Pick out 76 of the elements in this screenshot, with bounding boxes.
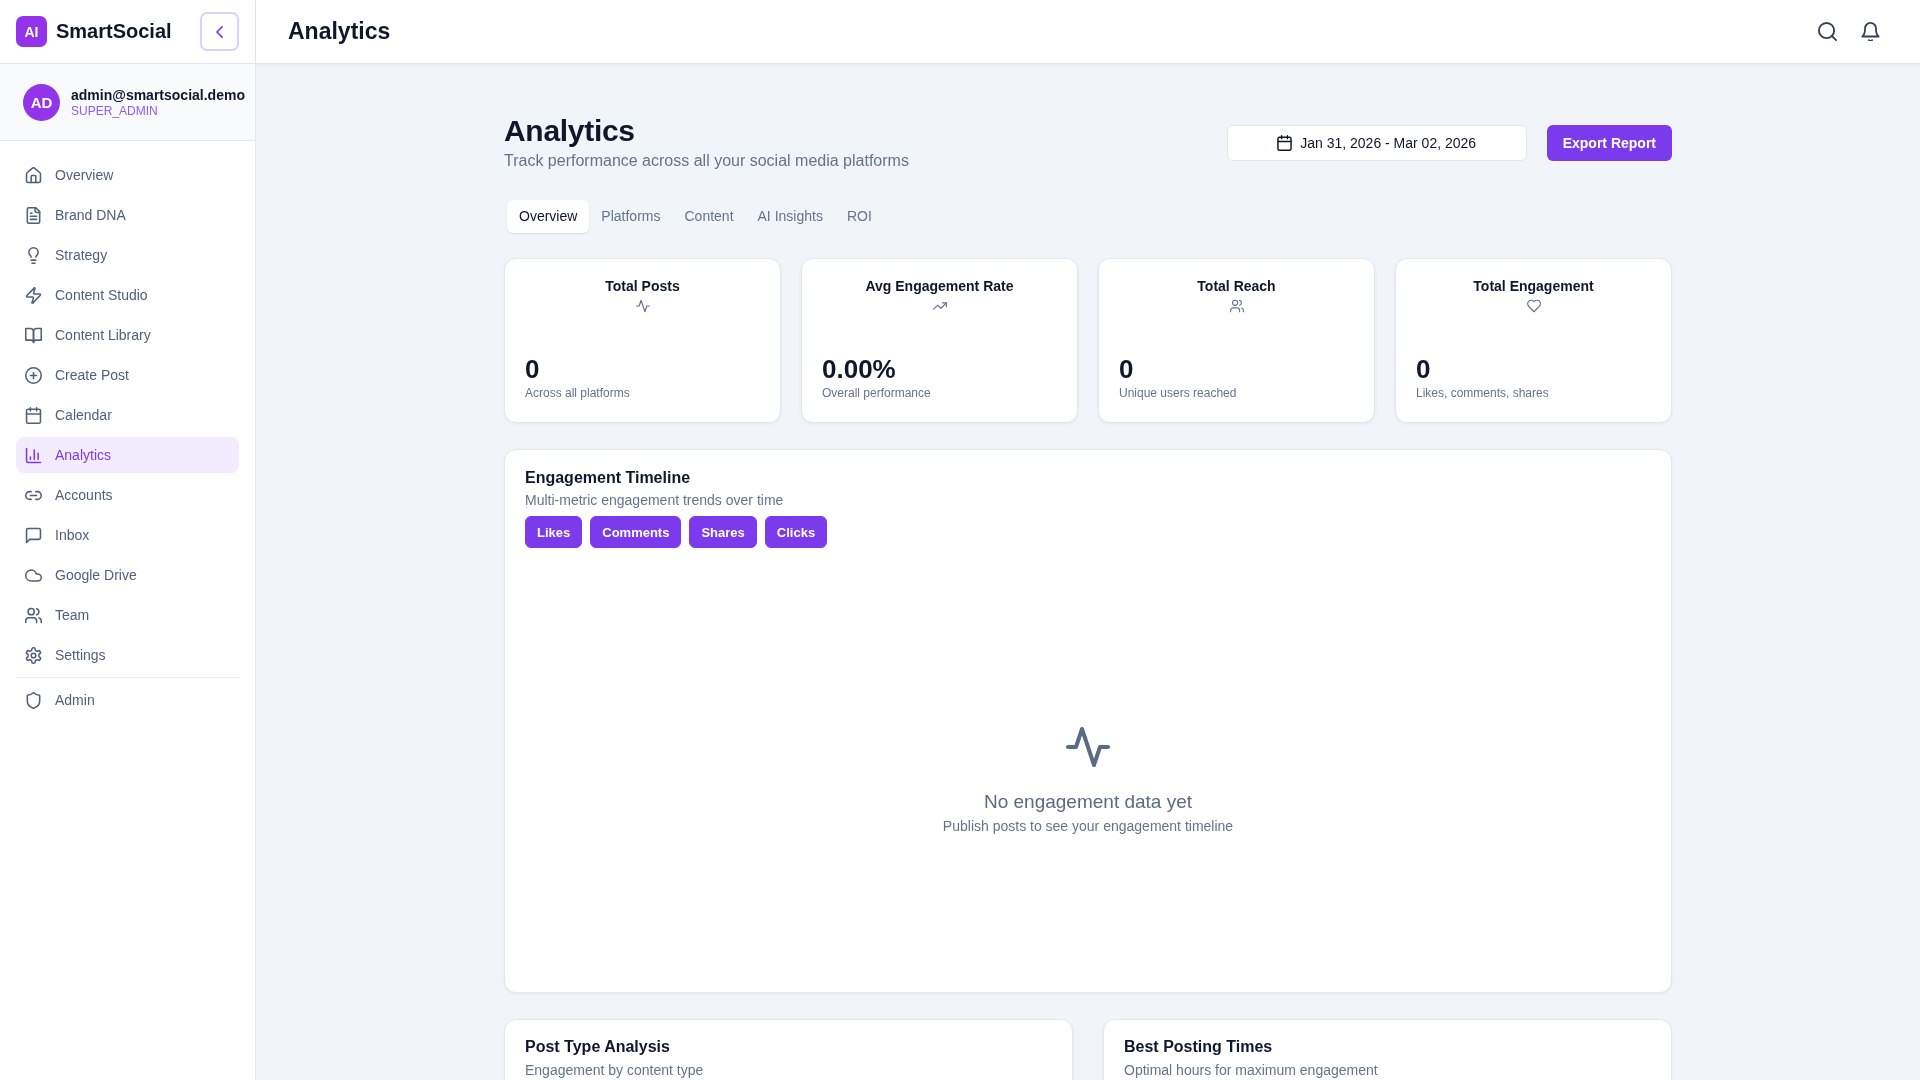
collapse-button[interactable] (200, 12, 239, 51)
metric-toggle[interactable]: Likes (525, 516, 583, 548)
shield-icon (25, 691, 42, 709)
calendar-icon (1277, 135, 1293, 151)
tab[interactable]: ROI (834, 200, 884, 233)
tab[interactable]: Content (672, 200, 746, 233)
card-title: Post Type Analysis (525, 1037, 671, 1057)
brand-name: SmartSocial (56, 20, 173, 43)
page-title: Analytics (504, 113, 636, 149)
book-icon (25, 326, 42, 344)
stat-title: Total Posts (604, 277, 681, 296)
card-subtitle: Multi-metric engagement trends over time (525, 491, 785, 510)
nav-item[interactable]: Content Studio (16, 277, 239, 313)
logo-badge: AI (16, 16, 47, 47)
nav-item[interactable]: Inbox (16, 517, 239, 553)
stat-value: 0 (1416, 353, 1432, 385)
lightbulb-icon (25, 246, 42, 264)
metric-toggle[interactable]: Clicks (764, 516, 828, 548)
nav-item[interactable]: Analytics (16, 437, 239, 473)
pulse-icon (635, 299, 650, 313)
stat-value: 0 (1119, 353, 1135, 385)
stat-caption: Unique users reached (1119, 385, 1238, 401)
metric-toggle[interactable]: Shares (689, 516, 757, 548)
document-icon (25, 206, 42, 224)
tab[interactable]: Platforms (589, 200, 673, 233)
pulse-icon (1066, 727, 1110, 767)
card-title: Best Posting Times (1124, 1037, 1274, 1057)
stat-caption: Across all platforms (525, 385, 631, 401)
nav-item[interactable]: Accounts (16, 477, 239, 513)
stat-title: Total Reach (1196, 277, 1277, 296)
stat-caption: Likes, comments, shares (1416, 385, 1550, 401)
stat-value: 0 (525, 353, 541, 385)
settings-icon (25, 646, 42, 664)
nav-item[interactable]: Strategy (16, 237, 239, 273)
nav-item[interactable]: Brand DNA (16, 197, 239, 233)
chat-bubble-icon (25, 526, 42, 544)
lightning-icon (25, 286, 42, 304)
trending-up-icon (932, 299, 947, 313)
nav-item[interactable]: Calendar (16, 397, 239, 433)
stat-title: Avg Engagement Rate (864, 277, 1015, 296)
export-button[interactable]: Export Report (1546, 125, 1672, 161)
card-subtitle: Engagement by content type (525, 1062, 705, 1078)
nav-item[interactable]: Team (16, 597, 239, 633)
heart-icon (1526, 299, 1541, 313)
bell-icon[interactable] (1861, 22, 1880, 41)
card-subtitle: Optimal hours for maximum engagement (1124, 1062, 1379, 1078)
nav-item[interactable]: Google Drive (16, 557, 239, 593)
stat-title: Total Engagement (1472, 277, 1595, 296)
header-title: Analytics (288, 18, 391, 45)
nav-item[interactable]: Create Post (16, 357, 239, 393)
nav-item[interactable]: Admin (16, 682, 239, 718)
people-icon (1229, 299, 1244, 313)
tab[interactable]: AI Insights (745, 200, 835, 233)
nav-item[interactable]: Content Library (16, 317, 239, 353)
metric-toggle[interactable]: Comments (590, 516, 682, 548)
empty-state-message: Publish posts to see your engagement timeline (942, 817, 1234, 836)
date-range-button[interactable]: Jan 31, 2026 - Mar 02, 2026 (1226, 125, 1527, 161)
calendar-icon (25, 406, 42, 424)
user-email: admin@smartsocial.demo (71, 85, 245, 104)
home-icon (25, 166, 42, 184)
user-role: SUPER_ADMIN (71, 103, 159, 119)
empty-state-title: No engagement data yet (983, 790, 1193, 814)
nav-item[interactable]: Overview (16, 157, 239, 193)
people-icon (25, 606, 42, 624)
stat-value: 0.00% (822, 353, 897, 385)
cloud-icon (25, 566, 42, 584)
chevron-left-icon (216, 25, 223, 38)
plus-circle-icon (25, 366, 42, 384)
search-icon[interactable] (1818, 22, 1837, 41)
card-title: Engagement Timeline (525, 468, 692, 488)
page-subtitle: Track performance across all your social media platforms (504, 151, 909, 171)
user-avatar: AD (23, 83, 60, 121)
nav-item[interactable]: Settings (16, 637, 239, 673)
bar-chart-icon (25, 446, 42, 464)
stat-caption: Overall performance (822, 385, 932, 401)
tab[interactable]: Overview (507, 200, 590, 233)
